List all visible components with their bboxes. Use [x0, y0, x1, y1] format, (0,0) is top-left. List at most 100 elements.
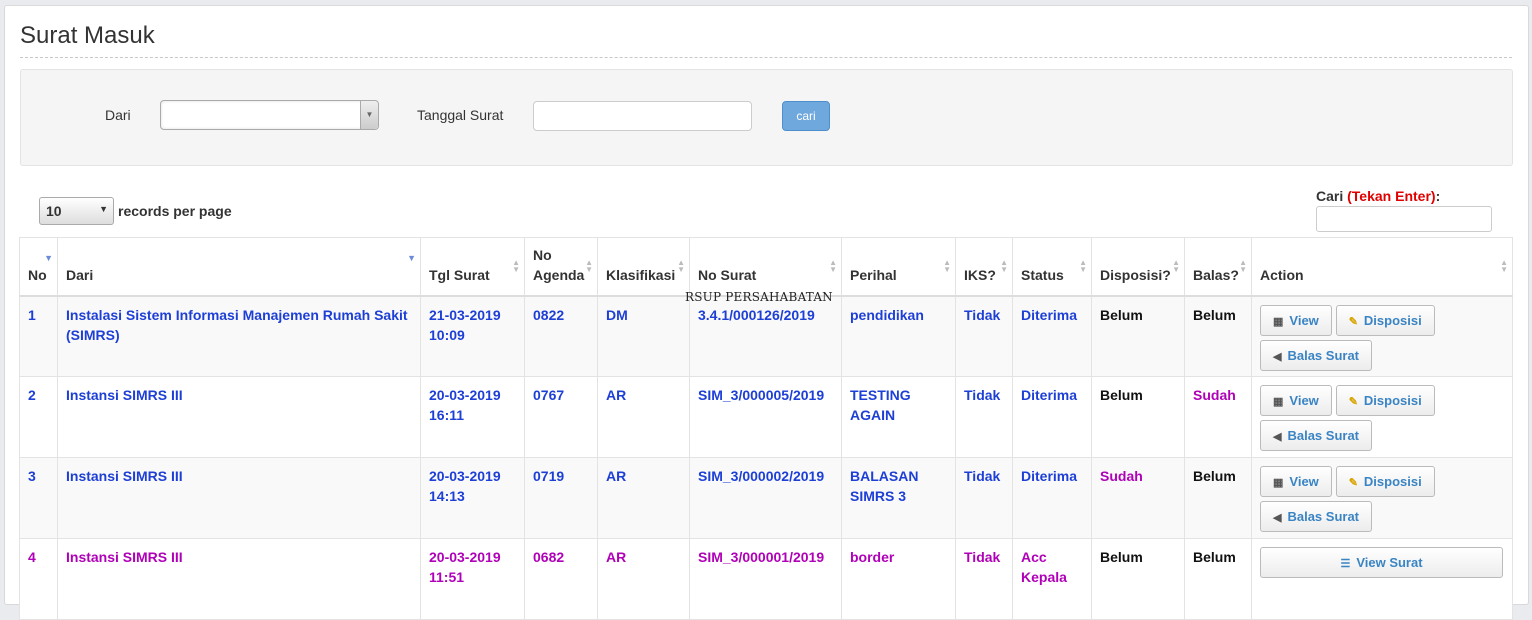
cell-dari: Instansi SIMRS III	[57, 538, 421, 620]
edit-icon: ✎	[1348, 396, 1358, 408]
column-header-balas[interactable]: Balas? ▲ ▼	[1184, 237, 1252, 297]
cell-perihal: BALASAN SIMRS 3	[841, 457, 956, 539]
column-label: Action	[1260, 266, 1304, 283]
cell-tgl: 20-03-2019 11:51	[420, 538, 525, 620]
cell-status: Diterima	[1012, 376, 1092, 458]
disposisi-button[interactable]: ✎ Disposisi	[1335, 466, 1435, 497]
column-header-status[interactable]: Status ▲ ▼	[1012, 237, 1092, 297]
cell-agenda: 0767	[524, 376, 598, 458]
cell-perihal: border	[841, 538, 956, 620]
cell-status: Acc Kepala	[1012, 538, 1092, 620]
sort-icon: ▲ ▼	[1000, 257, 1008, 274]
column-header-iks[interactable]: IKS? ▲ ▼	[955, 237, 1013, 297]
view-button-label: View	[1289, 474, 1319, 489]
disposisi-button[interactable]: ✎ Disposisi	[1335, 385, 1435, 416]
view-button-label: View	[1289, 393, 1319, 408]
column-header-disposisi[interactable]: Disposisi? ▲ ▼	[1091, 237, 1185, 297]
cell-tgl: 21-03-2019 10:09	[420, 295, 525, 377]
cell-actions: ☰ View Surat	[1251, 538, 1513, 620]
cell-balas: Belum	[1184, 457, 1252, 539]
column-header-no-surat[interactable]: No Surat ▲ ▼	[689, 237, 842, 297]
sort-icon: ▲ ▼	[1500, 257, 1508, 274]
cell-balas: Sudah	[1184, 376, 1252, 458]
title-divider	[20, 57, 1512, 58]
column-header-action[interactable]: Action ▲ ▼	[1251, 237, 1513, 297]
cell-actions: ▦ View ✎ Disposisi ◀ Balas Surat	[1251, 457, 1513, 539]
sort-icon: ▲ ▼	[829, 257, 837, 274]
cell-klasifikasi: DM	[597, 295, 690, 377]
search-label: Cari (Tekan Enter):	[1316, 188, 1440, 204]
view-button[interactable]: ▦ View	[1260, 385, 1332, 416]
column-label: No	[28, 266, 47, 283]
column-label: Dari	[66, 266, 94, 283]
cell-no: 1	[19, 295, 58, 377]
search-input[interactable]	[1316, 206, 1492, 232]
cell-dari: Instansi SIMRS III	[57, 376, 421, 458]
sort-icon: ▲ ▼	[677, 257, 685, 274]
cell-iks: Tidak	[955, 376, 1013, 458]
binoculars-icon: ▦	[1273, 396, 1284, 408]
cell-iks: Tidak	[955, 457, 1013, 539]
dari-select[interactable]: ▼	[160, 100, 379, 130]
cell-status: Diterima	[1012, 457, 1092, 539]
cell-dari: Instansi SIMRS III	[57, 457, 421, 539]
view-button[interactable]: ▦ View	[1260, 466, 1332, 497]
cell-klasifikasi: AR	[597, 376, 690, 458]
table-row: 3 Instansi SIMRS III 20-03-2019 14:13 07…	[19, 457, 1513, 539]
cell-iks: Tidak	[955, 538, 1013, 620]
edit-icon: ✎	[1348, 477, 1358, 489]
balas-surat-button[interactable]: ◀ Balas Surat	[1260, 339, 1373, 371]
list-icon: ☰	[1340, 558, 1351, 570]
balas-surat-button[interactable]: ◀ Balas Surat	[1260, 420, 1373, 451]
chevron-down-icon: ▼	[360, 101, 378, 129]
tanggal-input[interactable]	[533, 101, 752, 131]
column-header-tgl-surat[interactable]: Tgl Surat ▲ ▼	[420, 237, 525, 297]
cell-no: 2	[19, 376, 58, 458]
cell-nosurat: 3.4.1/000126/2019	[689, 295, 842, 377]
sort-icon: ▲ ▼	[943, 257, 951, 274]
view-button-label: View	[1289, 312, 1319, 328]
cari-button[interactable]: cari	[782, 101, 830, 131]
sort-icon: ▲ ▼	[512, 257, 520, 274]
rewind-icon: ◀	[1273, 431, 1282, 443]
binoculars-icon: ▦	[1273, 315, 1284, 328]
cell-tgl: 20-03-2019 16:11	[420, 376, 525, 458]
cell-nosurat: SIM_3/000001/2019	[689, 538, 842, 620]
view-surat-label: View Surat	[1356, 555, 1423, 570]
records-per-page-select[interactable]: 10 ▼	[39, 197, 114, 225]
dari-label: Dari	[105, 107, 131, 123]
filter-box: Dari ▼ Tanggal Surat cari	[20, 69, 1513, 166]
view-button[interactable]: ▦ View	[1260, 304, 1332, 336]
column-header-no-agenda[interactable]: No Agenda ▲ ▼	[524, 237, 598, 297]
table-row: 4 Instansi SIMRS III 20-03-2019 11:51 06…	[19, 538, 1513, 620]
column-header-klasifikasi[interactable]: Klasifikasi ▲ ▼	[597, 237, 690, 297]
cell-iks: Tidak	[955, 295, 1013, 377]
column-label: Status	[1021, 266, 1064, 283]
column-label: Klasifikasi	[606, 266, 676, 283]
column-label: Tgl Surat	[429, 266, 490, 283]
column-label: No Agenda	[533, 246, 585, 283]
search-hint: (Tekan Enter)	[1347, 188, 1436, 204]
balas-surat-button[interactable]: ◀ Balas Surat	[1260, 501, 1373, 532]
column-header-no[interactable]: No ▼	[19, 237, 58, 297]
disposisi-button[interactable]: ✎ Disposisi	[1335, 304, 1435, 336]
cell-disposisi: Belum	[1091, 295, 1185, 377]
cell-agenda: 0682	[524, 538, 598, 620]
column-header-dari[interactable]: Dari ▼	[57, 237, 421, 297]
sort-desc-icon: ▼	[44, 252, 53, 263]
cell-agenda: 0822	[524, 295, 598, 377]
rewind-icon: ◀	[1273, 512, 1282, 524]
tanggal-label: Tanggal Surat	[417, 107, 504, 123]
cell-disposisi: Belum	[1091, 538, 1185, 620]
column-header-perihal[interactable]: Perihal ▲ ▼	[841, 237, 956, 297]
cell-perihal: TESTING AGAIN	[841, 376, 956, 458]
balas-surat-label: Balas Surat	[1287, 428, 1360, 443]
disposisi-button-label: Disposisi	[1363, 312, 1422, 328]
records-per-page-label: records per page	[118, 203, 232, 219]
cell-tgl: 20-03-2019 14:13	[420, 457, 525, 539]
sort-icon: ▲ ▼	[1172, 257, 1180, 274]
view-surat-button[interactable]: ☰ View Surat	[1260, 547, 1503, 578]
chevron-down-icon: ▼	[99, 204, 108, 214]
disposisi-button-label: Disposisi	[1363, 474, 1422, 489]
table-row: 2 Instansi SIMRS III 20-03-2019 16:11 07…	[19, 376, 1513, 458]
